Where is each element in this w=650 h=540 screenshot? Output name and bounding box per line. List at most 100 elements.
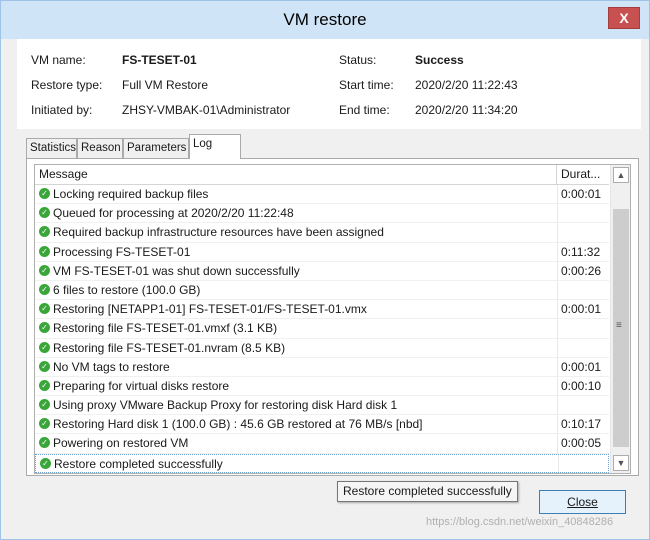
success-check-icon: ✓	[39, 188, 50, 199]
log-list-header: Message Durat...	[35, 165, 609, 185]
log-row[interactable]: ✓ Using proxy VMware Backup Proxy for res…	[35, 396, 609, 416]
row-tooltip: Restore completed successfully	[337, 481, 518, 502]
log-row[interactable]: ✓ Required backup infrastructure resource…	[35, 223, 609, 243]
tab-parameters[interactable]: Parameters	[123, 138, 189, 158]
restore-summary-panel: VM name: FS-TESET-01 Restore type: Full …	[17, 39, 641, 129]
restore-type-value: Full VM Restore	[122, 78, 209, 92]
scroll-down-icon[interactable]: ▼	[613, 455, 629, 471]
initiated-by-label: Initiated by:	[31, 103, 93, 117]
close-button-label: Close	[567, 495, 598, 509]
log-message: Required backup infrastructure resources…	[53, 225, 384, 240]
status-value: Success	[415, 53, 464, 67]
log-message: VM FS-TESET-01 was shut down successfull…	[53, 263, 300, 278]
column-divider	[557, 204, 558, 223]
log-duration: 0:00:01	[561, 359, 602, 374]
log-row[interactable]: ✓ No VM tags to restore 0:00:01	[35, 357, 609, 377]
end-time-label: End time:	[339, 103, 390, 117]
success-check-icon: ✓	[40, 457, 51, 469]
log-message: Locking required backup files	[53, 187, 209, 201]
window-close-icon[interactable]: X	[608, 7, 640, 29]
log-row[interactable]: ✓ Powering on restored VM 0:00:05	[35, 434, 609, 454]
column-divider	[558, 454, 559, 472]
column-divider	[557, 261, 558, 280]
window-title: VM restore	[283, 10, 367, 29]
log-row[interactable]: ✓ 6 files to restore (100.0 GB)	[35, 280, 609, 301]
log-row[interactable]: ✓ Restore completed successfully	[35, 453, 609, 473]
column-divider	[557, 415, 558, 434]
dialog-body: VM name: FS-TESET-01 Restore type: Full …	[9, 39, 641, 533]
log-message: Restoring Hard disk 1 (100.0 GB) : 45.6 …	[53, 417, 423, 432]
log-message: Powering on restored VM	[53, 436, 189, 451]
log-rows: ✓ Locking required backup files 0:00:01 ✓ Qu…	[35, 185, 609, 473]
column-divider	[557, 185, 558, 204]
success-check-icon: ✓	[39, 418, 50, 430]
vm-restore-window: VM restore X VM name: FS-TESET-01 Restor…	[0, 0, 650, 540]
success-check-icon: ✓	[39, 303, 50, 315]
tab-reason[interactable]: Reason	[77, 138, 123, 158]
log-row[interactable]: ✓ Processing FS-TESET-01 0:11:32	[35, 242, 609, 262]
tab-statistics[interactable]: Statistics	[26, 138, 77, 158]
log-message: No VM tags to restore	[53, 359, 170, 374]
log-duration: 0:00:01	[561, 187, 602, 201]
success-check-icon: ✓	[39, 283, 50, 295]
scroll-up-icon[interactable]: ▲	[613, 167, 629, 183]
column-divider	[557, 223, 558, 242]
close-button[interactable]: Close	[539, 490, 626, 514]
column-divider	[557, 357, 558, 376]
success-check-icon: ✓	[39, 264, 50, 276]
success-check-icon: ✓	[39, 437, 50, 449]
scroll-grip-icon: ≡	[616, 320, 622, 331]
log-message: Using proxy VMware Backup Proxy for rest…	[53, 398, 398, 413]
log-row[interactable]: ✓ Restoring [NETAPP1-01] FS-TESET-01/FS-T…	[35, 300, 609, 320]
vm-name-value: FS-TESET-01	[122, 53, 197, 67]
log-message: Restoring [NETAPP1-01] FS-TESET-01/FS-TE…	[53, 302, 367, 317]
log-duration: 0:11:32	[561, 244, 601, 259]
start-time-label: Start time:	[339, 78, 394, 92]
column-divider	[557, 300, 558, 319]
initiated-by-value: ZHSY-VMBAK-01\Administrator	[122, 103, 291, 117]
log-message: 6 files to restore (100.0 GB)	[53, 282, 201, 297]
log-duration: 0:00:01	[561, 302, 602, 317]
log-message: Preparing for virtual disks restore	[53, 378, 230, 393]
restore-type-label: Restore type:	[31, 78, 103, 92]
column-divider	[557, 376, 558, 396]
scroll-thumb[interactable]: ≡	[613, 209, 629, 447]
watermark: https://blog.csdn.net/weixin_40848286	[426, 516, 614, 528]
message-column-header[interactable]: Message	[35, 165, 557, 185]
log-duration: 0:00:10	[561, 378, 602, 393]
log-row[interactable]: ✓ Restoring Hard disk 1 (100.0 GB) : 45.6…	[35, 415, 609, 435]
start-time-value: 2020/2/20 11:22:43	[415, 78, 518, 92]
log-message: Queued for processing at 2020/2/20 11:22…	[53, 206, 294, 221]
column-divider	[557, 434, 558, 453]
log-scrollbar[interactable]: ▲ ≡ ▼	[610, 165, 630, 473]
log-row[interactable]: ✓ Restoring file FS-TESET-01.nvram (8.5 K…	[35, 338, 609, 358]
log-row[interactable]: ✓ VM FS-TESET-01 was shut down successful…	[35, 261, 609, 281]
status-label: Status:	[339, 53, 377, 67]
log-row[interactable]: ✓ Queued for processing at 2020/2/20 11:2…	[35, 204, 609, 224]
log-row[interactable]: ✓ Preparing for virtual disks restore 0:00…	[35, 376, 609, 397]
success-check-icon: ✓	[39, 379, 50, 391]
column-divider	[557, 338, 558, 357]
success-check-icon: ✓	[39, 399, 50, 411]
success-check-icon: ✓	[39, 341, 50, 353]
column-divider	[557, 319, 558, 338]
column-divider	[557, 280, 558, 300]
log-message: Restoring file FS-TESET-01.vmxf (3.1 KB)	[53, 321, 278, 336]
duration-column-header[interactable]: Durat...	[557, 165, 609, 185]
log-row[interactable]: ✓ Restoring file FS-TESET-01.vmxf (3.1 KB…	[35, 319, 609, 339]
title-bar[interactable]: VM restore X	[1, 1, 649, 39]
log-tab-panel: Message Durat... ✓ Locking required backu…	[26, 158, 639, 476]
log-duration: 0:00:05	[561, 436, 602, 451]
success-check-icon: ✓	[39, 207, 50, 219]
success-check-icon: ✓	[39, 226, 50, 238]
column-divider	[557, 396, 558, 415]
log-message: Processing FS-TESET-01	[53, 244, 191, 259]
success-check-icon: ✓	[39, 322, 50, 334]
log-message: Restoring file FS-TESET-01.nvram (8.5 KB…	[53, 340, 286, 355]
log-row[interactable]: ✓ Locking required backup files 0:00:01	[35, 185, 609, 205]
column-divider	[557, 242, 558, 261]
tab-log[interactable]: Log	[189, 134, 241, 159]
log-list[interactable]: Message Durat... ✓ Locking required backu…	[34, 164, 631, 474]
log-duration: 0:10:17	[561, 417, 602, 432]
log-message: Restore completed successfully	[54, 456, 223, 471]
